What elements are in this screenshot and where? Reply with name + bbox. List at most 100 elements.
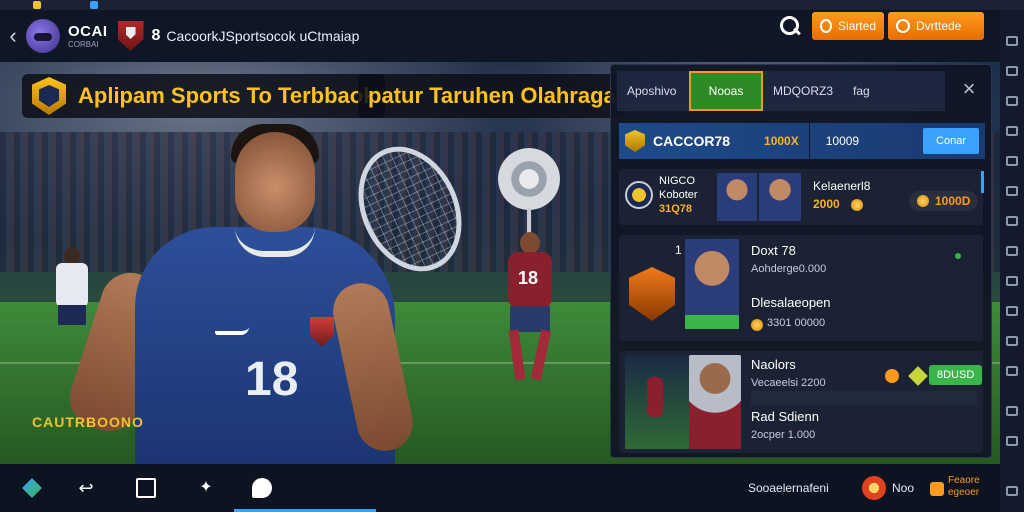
player-photo xyxy=(689,355,741,449)
brand-logo xyxy=(215,327,249,335)
player-photo xyxy=(717,173,757,221)
tab-nooas[interactable]: Nooas xyxy=(689,71,763,111)
bet-pill[interactable]: 8DUSD xyxy=(929,365,983,385)
card2-subtitle: Aohderge0.000 xyxy=(751,263,827,275)
match-card[interactable]: 1 Doxt 78 Aohderge0.000 Dlesalaeopen 330… xyxy=(619,235,983,341)
start-button[interactable]: Siarted xyxy=(812,12,884,40)
match-card[interactable]: 1 Naolors Vecaeelsi 2200 8DUSD Rad Sdien… xyxy=(619,351,983,453)
trophy-icon[interactable]: ✦ xyxy=(196,478,216,498)
rail-screen-icon[interactable] xyxy=(1006,96,1018,106)
rail-location-icon[interactable] xyxy=(1006,246,1018,256)
rail-settings-icon[interactable] xyxy=(1006,366,1018,376)
match-card[interactable]: NIGCO Koboter 31Q78 Kelaenerl8 2000 1000… xyxy=(619,169,983,225)
brand-sub: CORBAI xyxy=(68,39,99,49)
member-button[interactable]: Dvrttede xyxy=(888,12,984,40)
trophy-badge-icon xyxy=(32,77,66,115)
account-action-button[interactable]: Conar xyxy=(923,128,979,154)
card1-right-title: Kelaenerl8 xyxy=(813,179,871,193)
odds-pill[interactable]: 1000D xyxy=(909,191,979,211)
card2-title2: Dlesalaeopen xyxy=(751,295,831,310)
player-status-bar xyxy=(685,315,739,329)
discus-icon xyxy=(498,148,560,210)
coin-icon xyxy=(751,319,763,331)
tab-mdqorz3[interactable]: MDQORZ3 xyxy=(763,71,843,111)
panel-tabs: Aposhivo Nooas MDQORZ3 fag xyxy=(617,71,945,111)
card3-title2: Rad Sdienn xyxy=(751,409,819,424)
live-dot xyxy=(955,253,961,259)
hero-title-right: patur Taruhen Olahraga xyxy=(358,74,626,118)
right-tool-rail xyxy=(1000,10,1024,512)
card2-title: Doxt 78 xyxy=(751,243,796,258)
rail-recent-icon[interactable] xyxy=(1006,436,1018,446)
rail-record-icon[interactable] xyxy=(1006,216,1018,226)
promo-line2: egeoer xyxy=(948,487,980,498)
brand-name: OCAI xyxy=(68,22,108,40)
rail-keyboard-icon[interactable] xyxy=(1006,156,1018,166)
system-strip xyxy=(0,0,1024,10)
account-name: CACCOR78 xyxy=(653,133,731,149)
coin-icon xyxy=(851,199,863,211)
tab-fag[interactable]: fag xyxy=(843,71,880,111)
rail-shake-icon[interactable] xyxy=(1006,276,1018,286)
hero-caption: CAUTRBOONO xyxy=(32,414,144,430)
rail-volume-icon[interactable] xyxy=(1006,336,1018,346)
card3-subtitle: Vecaeelsi 2200 xyxy=(751,377,826,389)
card2-rank: 1 xyxy=(675,243,682,257)
settlement-label[interactable]: Sooaelernafeni xyxy=(748,481,829,495)
close-icon[interactable]: × xyxy=(957,77,981,101)
coin-icon xyxy=(917,195,929,207)
card1-line1: NIGCO xyxy=(659,175,696,187)
card3-title: Naolors xyxy=(751,357,796,372)
rail-back-icon[interactable] xyxy=(1006,486,1018,496)
system-app-icon xyxy=(90,1,98,9)
power-icon xyxy=(820,19,832,33)
system-app-icon xyxy=(33,1,41,9)
promo-label[interactable]: Feaore egeoer xyxy=(948,475,980,499)
hero-title-left: Aplipam Sports To Terbbaok xyxy=(22,74,386,118)
tab-aposhivo[interactable]: Aposhivo xyxy=(617,71,689,111)
account-bar: CACCOR78 1000X 10009 Conar xyxy=(619,123,985,159)
profile-label[interactable]: Noo xyxy=(892,481,914,495)
club-badge-icon xyxy=(629,267,675,321)
scrollbar[interactable] xyxy=(981,171,984,193)
club-logo-icon xyxy=(625,181,653,209)
back-chevron-icon[interactable]: ‹ xyxy=(2,23,24,49)
match-thumbnail xyxy=(625,355,689,449)
rail-grid-icon[interactable] xyxy=(1006,66,1018,76)
chat-icon[interactable] xyxy=(252,478,272,498)
opponent-player: 18 xyxy=(498,232,562,382)
search-icon[interactable] xyxy=(778,14,802,38)
header-number: 8 xyxy=(151,27,161,44)
opponent-number: 18 xyxy=(518,268,539,288)
card3-value2: 2ocper 1.000 xyxy=(751,429,816,441)
player-photo xyxy=(685,239,739,323)
rail-folder-icon[interactable] xyxy=(1006,126,1018,136)
progress-track xyxy=(751,391,977,405)
card1-line2: Koboter xyxy=(659,189,698,201)
promo-line1: Feaore xyxy=(948,475,980,486)
divider xyxy=(808,123,810,159)
member-button-label: Dvrttede xyxy=(916,19,962,33)
book-icon[interactable] xyxy=(136,478,156,498)
boost-icon[interactable] xyxy=(885,369,899,383)
rail-camera-icon[interactable] xyxy=(1006,186,1018,196)
rail-rotate-icon[interactable] xyxy=(1006,306,1018,316)
odds-pill-value: 1000D xyxy=(935,194,971,208)
link-icon[interactable]: ↩ xyxy=(76,478,96,498)
account-value: 10009 xyxy=(825,134,860,148)
rail-home-icon[interactable] xyxy=(1006,406,1018,416)
profile-icon[interactable] xyxy=(862,476,886,500)
crown-icon xyxy=(896,19,910,33)
start-button-label: Siarted xyxy=(837,19,876,33)
team-shield-icon xyxy=(117,21,144,51)
rail-window-icon[interactable] xyxy=(1006,36,1018,46)
account-balance: 1000X xyxy=(764,134,799,148)
jersey-number: 18 xyxy=(245,353,299,406)
betting-panel: Aposhivo Nooas MDQORZ3 fag × CACCOR78 10… xyxy=(610,64,992,458)
gift-icon[interactable] xyxy=(930,482,944,496)
page-title: CacoorkJSportsocok uCtmaiap xyxy=(166,28,360,44)
avatar[interactable] xyxy=(26,19,60,53)
diamond-icon xyxy=(908,366,928,386)
hero-title-left-text: Aplipam Sports To Terbbaok xyxy=(78,83,376,108)
card1-line3: 31Q78 xyxy=(659,203,693,215)
